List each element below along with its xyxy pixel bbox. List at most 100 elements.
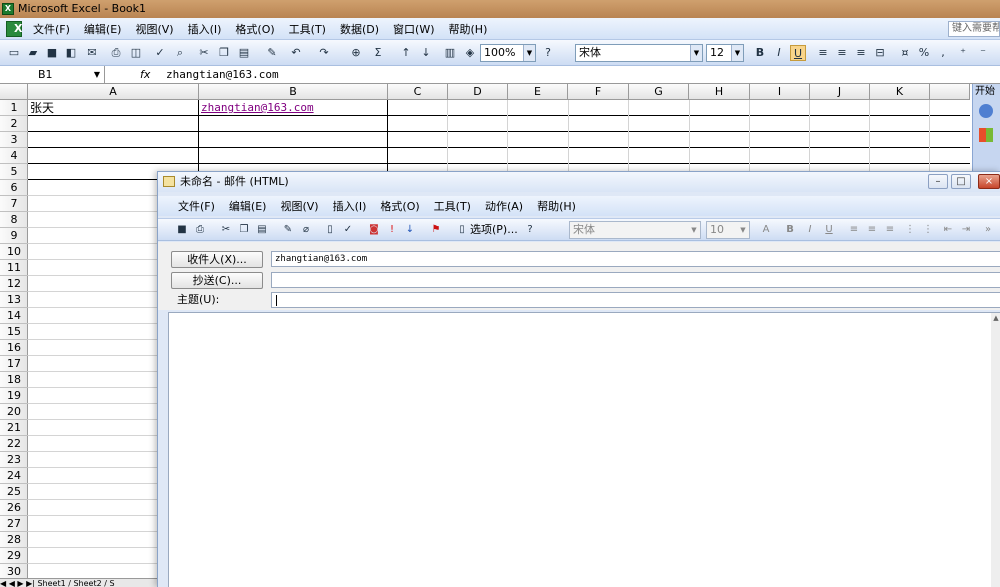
address-book-icon[interactable]: ▯ <box>322 222 338 238</box>
font-size-select[interactable]: 12 ▼ <box>706 44 744 62</box>
row-header[interactable]: 4 <box>0 148 28 164</box>
print-preview-icon[interactable]: ◫ <box>128 45 144 61</box>
row-header[interactable]: 3 <box>0 132 28 148</box>
column-header[interactable]: H <box>689 84 750 100</box>
chart-wizard-icon[interactable]: ▥ <box>442 45 458 61</box>
row-header[interactable]: 11 <box>0 260 28 276</box>
paste-icon[interactable]: ▤ <box>254 222 270 238</box>
name-box[interactable]: B1 ▼ <box>0 66 105 83</box>
mail-menu-insert[interactable]: 插入(I) <box>326 198 374 214</box>
attach-icon[interactable]: ⌀ <box>298 222 314 238</box>
copy-icon[interactable]: ❐ <box>216 45 232 61</box>
align-center-icon[interactable]: ≡ <box>834 45 850 61</box>
spelling-icon[interactable]: ✓ <box>152 45 168 61</box>
low-importance-icon[interactable]: ↓ <box>402 222 418 238</box>
insert-file-icon[interactable]: ✎ <box>280 222 296 238</box>
decrease-indent-icon[interactable]: ⇤ <box>940 222 956 238</box>
formula-input[interactable]: zhangtian@163.com <box>166 66 279 83</box>
mail-recipient-icon[interactable]: ✉ <box>84 45 100 61</box>
column-header[interactable]: I <box>750 84 810 100</box>
column-header[interactable]: E <box>508 84 568 100</box>
row-header[interactable]: 17 <box>0 356 28 372</box>
cc-field[interactable] <box>271 272 1000 288</box>
to-button[interactable]: 收件人(X)... <box>171 251 263 268</box>
font-color-icon[interactable]: A <box>758 222 774 238</box>
mail-font-size-select[interactable]: 10 ▼ <box>706 221 750 239</box>
save-icon[interactable]: ■ <box>174 222 190 238</box>
column-header[interactable]: G <box>629 84 689 100</box>
menu-format[interactable]: 格式(O) <box>228 21 281 37</box>
sort-descending-icon[interactable]: ↓ <box>418 45 434 61</box>
row-header[interactable]: 6 <box>0 180 28 196</box>
fx-icon[interactable]: fx <box>140 66 150 83</box>
maximize-icon[interactable]: □ <box>951 174 971 189</box>
font-name-select[interactable]: 宋体 ▼ <box>575 44 703 62</box>
row-header[interactable]: 29 <box>0 548 28 564</box>
excel-doc-icon[interactable]: X <box>6 21 22 37</box>
zoom-select[interactable]: 100% ▼ <box>480 44 536 62</box>
help-icon[interactable]: ? <box>522 222 538 238</box>
row-header[interactable]: 23 <box>0 452 28 468</box>
menu-edit[interactable]: 编辑(E) <box>77 21 129 37</box>
column-header[interactable]: B <box>199 84 388 100</box>
row-header[interactable]: 18 <box>0 372 28 388</box>
row-header[interactable]: 19 <box>0 388 28 404</box>
open-folder-icon[interactable]: ▰ <box>25 45 41 61</box>
format-painter-icon[interactable]: ✎ <box>264 45 280 61</box>
mail-menu-help[interactable]: 帮助(H) <box>530 198 583 214</box>
align-center-icon[interactable]: ≡ <box>864 222 880 238</box>
undo-icon[interactable]: ↶ <box>288 45 304 61</box>
column-header[interactable]: K <box>870 84 930 100</box>
row-header[interactable]: 8 <box>0 212 28 228</box>
italic-button[interactable]: I <box>771 45 787 61</box>
column-header[interactable]: F <box>568 84 629 100</box>
row-header[interactable]: 25 <box>0 484 28 500</box>
sort-ascending-icon[interactable]: ↑ <box>398 45 414 61</box>
flag-icon[interactable]: ⚑ <box>428 222 444 238</box>
to-field[interactable]: zhangtian@163.com <box>271 251 1000 267</box>
underline-button[interactable]: U <box>790 45 806 61</box>
merge-center-icon[interactable]: ⊟ <box>872 45 888 61</box>
permission-icon[interactable]: ◧ <box>63 45 79 61</box>
row-header[interactable]: 1 <box>0 100 28 116</box>
menu-insert[interactable]: 插入(I) <box>181 21 229 37</box>
column-header[interactable]: J <box>810 84 870 100</box>
column-header[interactable]: D <box>448 84 508 100</box>
bold-button[interactable]: B <box>752 45 768 61</box>
align-left-icon[interactable]: ≡ <box>815 45 831 61</box>
underline-icon[interactable]: U <box>821 222 837 238</box>
close-icon[interactable]: × <box>978 174 1000 189</box>
row-header[interactable]: 24 <box>0 468 28 484</box>
menu-help[interactable]: 帮助(H) <box>442 21 495 37</box>
row-header[interactable]: 20 <box>0 404 28 420</box>
row-header[interactable]: 10 <box>0 244 28 260</box>
help-search-input[interactable]: 键入需要帮 <box>948 21 1000 37</box>
italic-icon[interactable]: I <box>802 222 818 238</box>
cell-a1[interactable]: 张天 <box>30 100 54 116</box>
toolbar-options-icon[interactable]: » <box>980 222 996 238</box>
align-left-icon[interactable]: ≡ <box>846 222 862 238</box>
column-header[interactable]: A <box>28 84 199 100</box>
row-header[interactable]: 7 <box>0 196 28 212</box>
permission-icon[interactable]: ◙ <box>366 222 382 238</box>
check-names-icon[interactable]: ✓ <box>340 222 356 238</box>
select-all-corner[interactable] <box>0 84 28 100</box>
subject-field[interactable] <box>271 292 1000 308</box>
new-file-icon[interactable]: ▭ <box>6 45 22 61</box>
drawing-icon[interactable]: ◈ <box>462 45 478 61</box>
row-header[interactable]: 12 <box>0 276 28 292</box>
column-header[interactable]: C <box>388 84 448 100</box>
row-header[interactable]: 27 <box>0 516 28 532</box>
menu-data[interactable]: 数据(D) <box>333 21 386 37</box>
row-header[interactable]: 16 <box>0 340 28 356</box>
menu-tools[interactable]: 工具(T) <box>282 21 333 37</box>
mail-menu-actions[interactable]: 动作(A) <box>478 198 530 214</box>
copy-icon[interactable]: ❐ <box>236 222 252 238</box>
body-scrollbar[interactable]: ▲ <box>991 313 1000 587</box>
task-pane-nav-icon[interactable] <box>979 104 993 118</box>
cut-icon[interactable]: ✂ <box>218 222 234 238</box>
row-header[interactable]: 5 <box>0 164 28 180</box>
menu-file[interactable]: 文件(F) <box>26 21 77 37</box>
redo-icon[interactable]: ↷ <box>316 45 332 61</box>
bold-icon[interactable]: B <box>782 222 798 238</box>
